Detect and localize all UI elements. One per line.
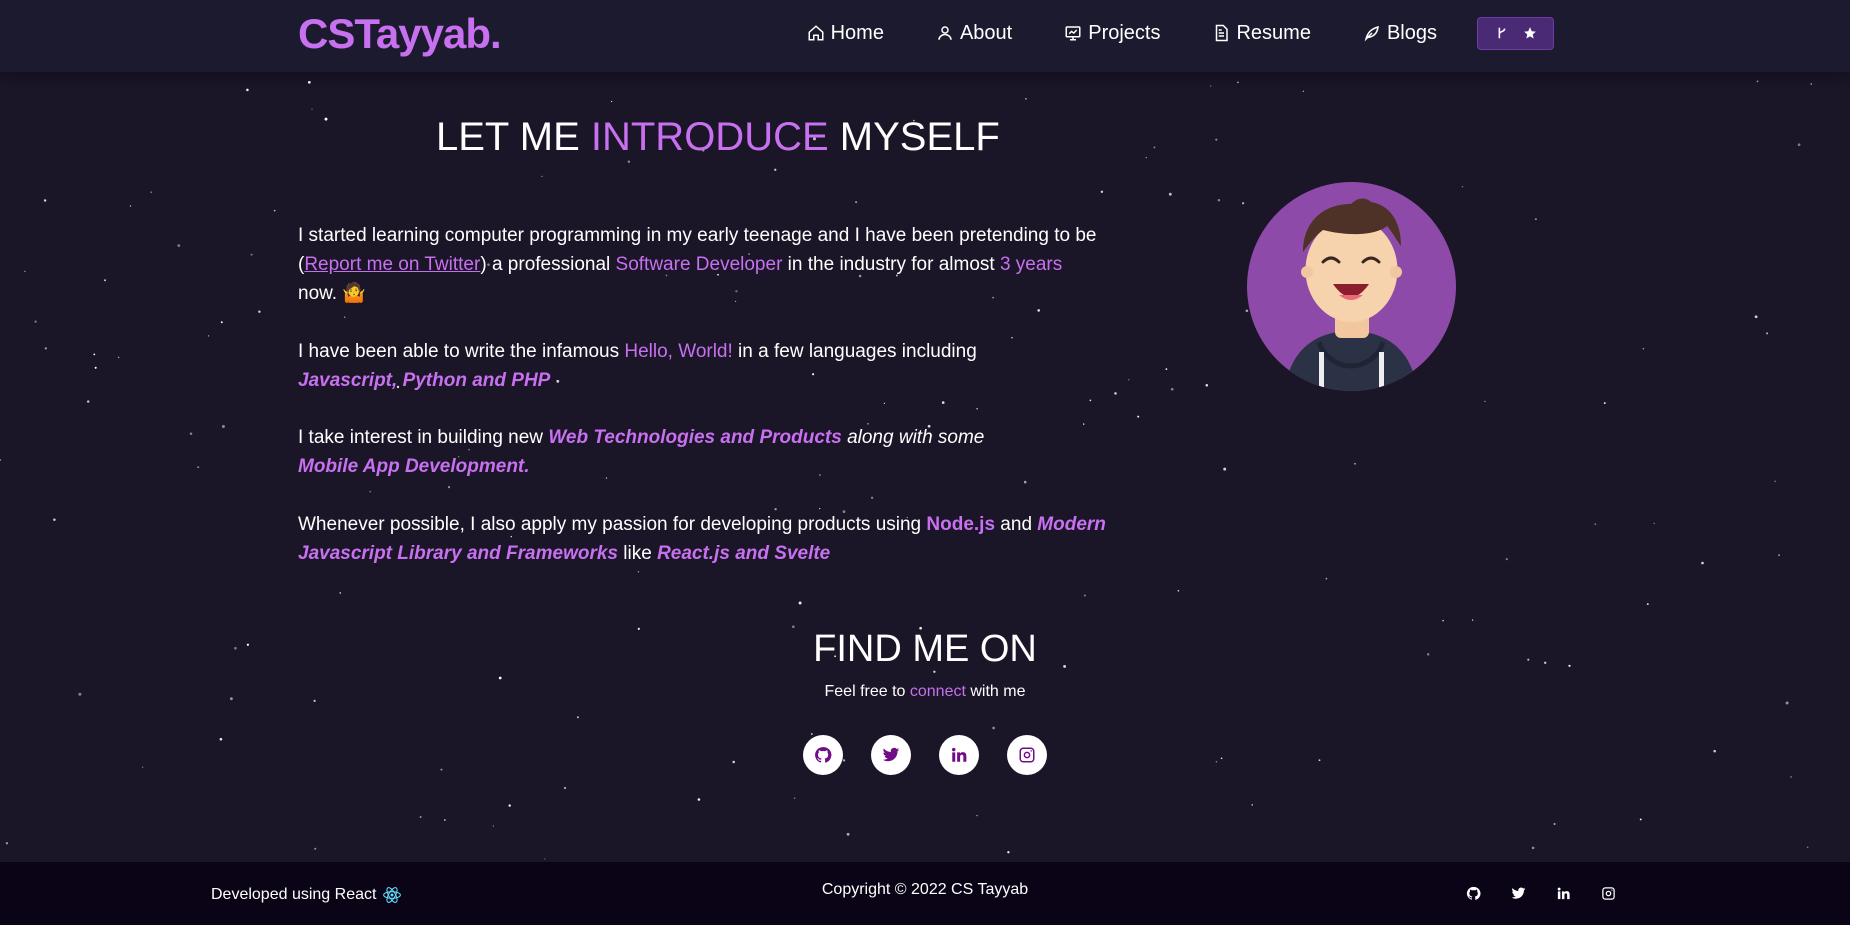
github-fork-button[interactable]: [1477, 16, 1554, 50]
heading-part: LET ME: [436, 115, 580, 159]
text: along with some: [841, 427, 985, 448]
blogs-icon: [1364, 25, 1379, 42]
highlight-web: Web Technologies and Products: [548, 427, 842, 448]
footer: Developed using React Copyright © 2022 C…: [0, 862, 1850, 925]
linkedin-icon: [1557, 887, 1570, 900]
text: Whenever possible, I also apply my passi…: [298, 513, 927, 535]
github-icon: [1466, 886, 1481, 900]
text: ) a professional: [480, 254, 616, 275]
about-text: I started learning computer programming …: [298, 221, 1128, 596]
twitter-icon: [1511, 887, 1526, 899]
brand-logo[interactable]: CSTayyab.: [298, 6, 502, 61]
github-icon: [815, 747, 832, 763]
avatar: [1247, 182, 1456, 391]
user-icon: [938, 26, 952, 40]
fork-icon: [1498, 27, 1505, 39]
resume-icon: [1216, 24, 1229, 42]
highlight-hello-world: Hello, World!: [624, 340, 733, 362]
text: Feel free to: [824, 683, 910, 700]
navbar: CSTayyab. Home About Projects Resume Blo…: [0, 0, 1850, 73]
find-me-subtitle: Feel free to connect with me: [0, 680, 1850, 704]
text: like: [617, 542, 658, 564]
nav-label-projects: Projects: [1088, 22, 1161, 44]
text: now. 🤷: [298, 283, 367, 304]
about-paragraph-1: I started learning computer programming …: [298, 221, 1128, 308]
footer-twitter-link[interactable]: [1511, 886, 1526, 901]
highlight-mobile: Mobile App Development.: [298, 456, 530, 477]
footer-social-links: [1466, 886, 1616, 901]
highlight-node: Node.js: [926, 513, 996, 535]
home-icon: [808, 25, 824, 41]
nav-menu: Home About Projects Resume Blogs: [755, 15, 1554, 51]
text: I have been able to write the infamous: [298, 340, 625, 362]
find-me-title: FIND ME ON: [813, 628, 1037, 670]
social-links: [803, 735, 1047, 775]
instagram-button[interactable]: [1007, 735, 1047, 775]
linkedin-icon: [952, 747, 967, 762]
nav-label-home: Home: [830, 22, 884, 44]
nav-item-home[interactable]: Home: [807, 15, 884, 51]
nav-item-blogs[interactable]: Blogs: [1363, 15, 1437, 51]
nav-item-resume[interactable]: Resume: [1212, 15, 1311, 51]
footer-linkedin-link[interactable]: [1556, 886, 1571, 901]
nav-label-about: About: [959, 22, 1013, 44]
footer-github-link[interactable]: [1466, 886, 1481, 901]
nav-label-resume: Resume: [1236, 22, 1311, 44]
about-paragraph-2: I have been able to write the infamous H…: [298, 337, 1128, 395]
github-button[interactable]: [803, 735, 843, 775]
text: in a few languages including: [732, 340, 977, 362]
about-paragraph-3: I take interest in building new Web Tech…: [298, 423, 1128, 481]
twitter-report-link[interactable]: Report me on Twitter: [304, 254, 480, 275]
heading-highlight: INTRODUCE: [590, 115, 829, 159]
footer-instagram-link[interactable]: [1601, 886, 1616, 901]
text: I take interest in building new: [298, 427, 549, 448]
nav-label-blogs: Blogs: [1386, 22, 1437, 44]
highlight-role: Software Developer: [615, 254, 783, 275]
instagram-icon: [1602, 887, 1615, 900]
highlight-react-svelte: React.js and Svelte: [657, 542, 831, 564]
star-icon: [1523, 27, 1536, 39]
text: with me: [965, 683, 1026, 700]
instagram-icon: [1019, 747, 1035, 763]
text: and: [995, 513, 1038, 535]
twitter-icon: [882, 747, 900, 762]
about-paragraph-4: Whenever possible, I also apply my passi…: [298, 510, 1128, 568]
highlight-languages: Javascript, Python and PHP: [298, 369, 551, 391]
twitter-button[interactable]: [871, 735, 911, 775]
linkedin-button[interactable]: [939, 735, 979, 775]
nav-item-projects[interactable]: Projects: [1064, 15, 1160, 51]
highlight-years: 3 years: [999, 254, 1063, 275]
projects-icon: [1065, 26, 1081, 41]
intro-heading: LET ME INTRODUCE MYSELF: [436, 110, 1000, 164]
nav-item-about[interactable]: About: [936, 15, 1012, 51]
text: in the industry for almost: [782, 254, 1000, 275]
avatar-illustration: [1285, 198, 1417, 391]
heading-part: MYSELF: [839, 115, 1000, 159]
connect-highlight: connect: [909, 683, 966, 700]
